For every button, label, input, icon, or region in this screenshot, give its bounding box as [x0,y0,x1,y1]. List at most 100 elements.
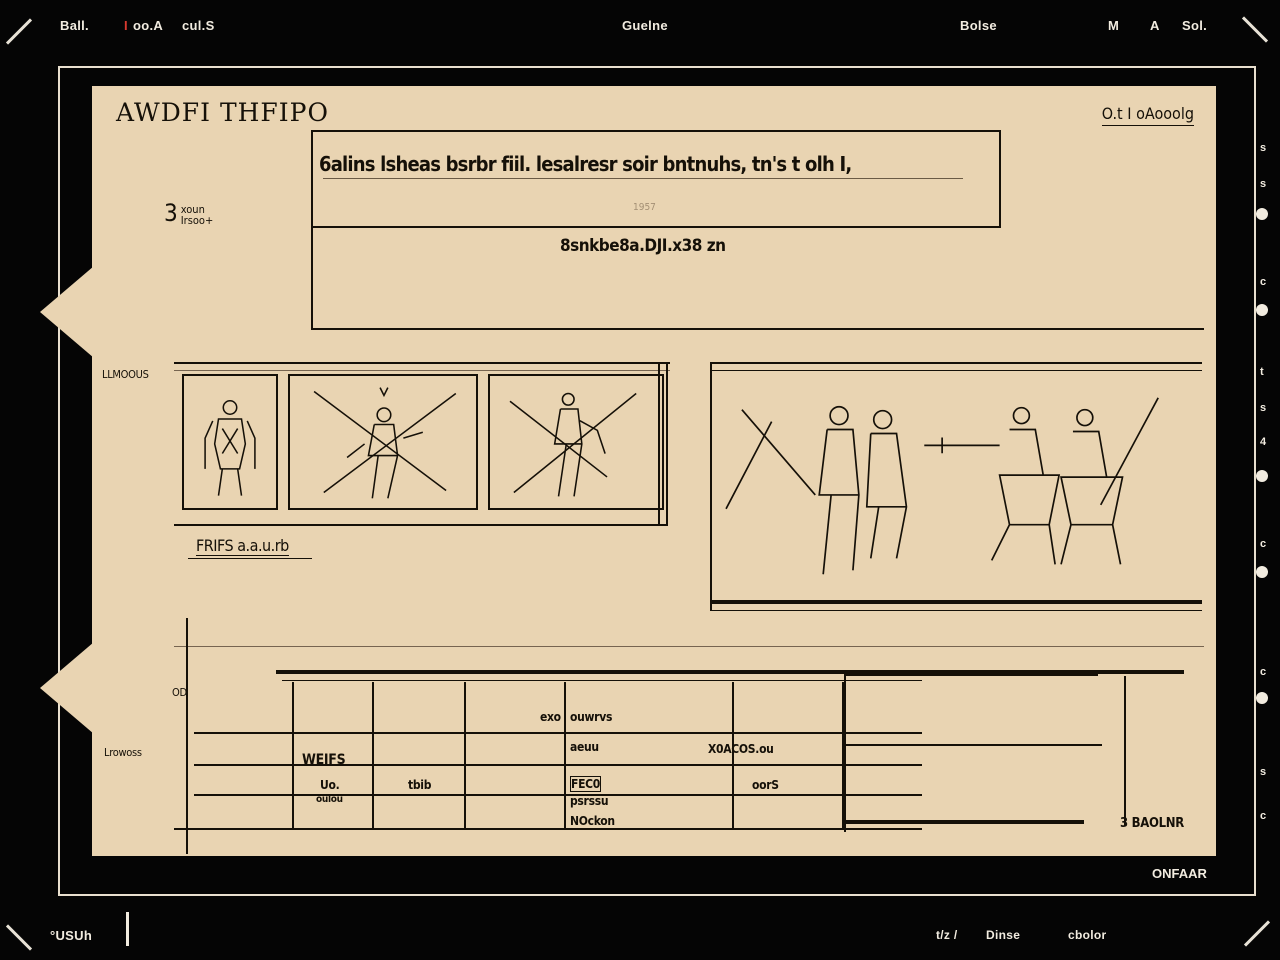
scroll-thumb-dot[interactable] [1256,470,1268,482]
figures-right-rule-2 [666,362,668,526]
table-row-rule-3 [194,794,922,796]
bottom-bar: °USUh t/z / Dinse cbolor [0,908,1280,960]
scroll-tick: t [1260,366,1264,378]
right-block-bottom-rule [846,820,1084,824]
table-col-rule-3 [464,682,466,828]
right-block-mid-rule[interactable] [846,744,1102,746]
table-cell[interactable]: oulou [316,794,343,805]
figures-top-rule-thin [174,370,670,371]
scene-bottom-rule-thin [710,610,1202,611]
scene-top-rule [710,362,1202,364]
status-label: °USUh [50,928,93,943]
app-label: Ball. [60,18,89,33]
table-col-rule-1 [292,682,294,828]
resize-corner-top-left[interactable] [5,18,33,45]
scroll-tick: s [1260,766,1267,778]
table-cell[interactable]: exo [540,710,561,724]
table-cell[interactable]: oorS [752,778,779,792]
table-cell[interactable]: Uo. [320,778,340,792]
figures-side-label: LLMOOUS [102,368,149,381]
table-cell[interactable]: tbib [408,778,431,792]
dimension-line [1124,676,1126,826]
text-cursor [126,912,129,946]
quote-box[interactable]: 6alins lsheas bsrbr fiil. lesalresr soir… [311,130,1001,228]
scrollbar[interactable]: s s c t s 4 c c s c [1240,130,1280,850]
scroll-tick: c [1260,810,1267,822]
table-header-rule-thin [282,680,922,681]
figure-panel-2[interactable] [288,374,478,510]
scroll-tick: c [1260,276,1267,288]
figure-panel-3[interactable] [488,374,664,510]
toolbar-item-1[interactable]: Bolse [960,18,997,33]
quote-note: 1957 [633,202,656,213]
scroll-thumb-dot[interactable] [1256,692,1268,704]
quote-text: 6alins lsheas bsrbr fiil. lesalresr soir… [319,152,852,176]
window-title: Guelne [622,18,668,33]
scroll-tick: 4 [1260,436,1267,448]
data-table: WEIFS Uo. oulou tbib exo ouwrvs aeuu FEC… [174,670,1184,830]
toolbar-item-2[interactable]: M [1108,18,1119,33]
resize-corner-top-right[interactable] [1241,16,1269,43]
page-notch-upper [40,266,94,358]
page-notch-lower [40,642,94,734]
frame-corner-label: ONFAAR [1152,866,1207,881]
figures-caption: FRIFS a.a.u.rb [196,536,289,556]
scroll-thumb-dot[interactable] [1256,304,1268,316]
table-bottom-rule [174,828,922,830]
table-col-rule-4 [564,682,566,828]
resize-corner-bottom-right[interactable] [1243,920,1271,947]
quantity-stepper[interactable]: 3 xoun Irsoo+ [164,200,213,226]
menu-item-1[interactable]: I [124,18,128,33]
table-cell[interactable]: FEC0 [570,776,601,792]
scene-bottom-rule [710,602,1202,604]
toolbar-item-3[interactable]: A [1150,18,1160,33]
caption-text: 8snkbe8a.DJI.x38 zn [560,236,726,256]
status-item-3[interactable]: cbolor [1068,928,1106,942]
dimension-label: 3 BAOLNR [1120,816,1184,831]
scroll-thumb-dot[interactable] [1256,566,1268,578]
crossed-swords-figure-icon [313,387,457,499]
scroll-tick: s [1260,402,1267,414]
scroll-tick: c [1260,666,1267,678]
figures-right-rule [658,362,660,526]
stepper-value: 3 [164,199,178,227]
figures-bottom-rule [174,524,668,526]
figures-top-rule [174,362,670,364]
table-cell[interactable]: X0ACOS.ou [708,742,774,756]
scene-top-rule-thin [710,370,1202,371]
page-title: AWDFI THFIPO [116,98,329,127]
document-page: AWDFI THFIPO O.t I oAooolg 3 xoun Irsoo+… [92,86,1216,856]
stepper-label-bottom: Irsoo+ [180,214,214,227]
scene-panel[interactable] [710,376,1202,602]
scroll-tick: s [1260,142,1267,154]
table-cell[interactable]: NOckon [570,814,615,828]
scroll-thumb-dot[interactable] [1256,208,1268,220]
table-cell[interactable]: ouwrvs [570,710,612,724]
table-cell[interactable]: WEIFS [302,752,346,768]
figure-panel-1[interactable] [182,374,278,510]
table-col-rule-2 [372,682,374,828]
right-block-left-rule [844,672,846,832]
status-item-1[interactable]: t/z / [936,928,958,942]
table-section-top-rule [174,646,1204,647]
header-link[interactable]: O.t I oAooolg [1101,104,1194,126]
menu-item-3[interactable]: cul.S [182,18,215,33]
figures-caption-underline [188,558,312,559]
caption-panel: 8snkbe8a.DJI.x38 zn [311,226,1204,330]
toolbar-item-4[interactable]: Sol. [1182,18,1207,33]
quote-underline [323,178,963,179]
right-block-top-rule [844,674,1098,676]
scroll-tick: s [1260,178,1267,190]
menu-item-2[interactable]: oo.A [133,18,163,33]
scroll-tick: c [1260,538,1267,550]
top-bar: Ball. I oo.A cul.S Guelne Bolse M A Sol. [0,0,1280,52]
table-cell[interactable]: aeuu [570,740,599,754]
status-item-2[interactable]: Dinse [986,928,1020,942]
armored-figure-icon [204,400,256,496]
table-cell[interactable]: psrssu [570,794,609,808]
table-side-label: Lrowoss [104,746,142,759]
warriors-scene-icon [725,397,1159,575]
resize-corner-bottom-left[interactable] [5,924,33,951]
table-row-rule-1 [194,732,922,734]
duel-figure-icon [509,392,637,497]
